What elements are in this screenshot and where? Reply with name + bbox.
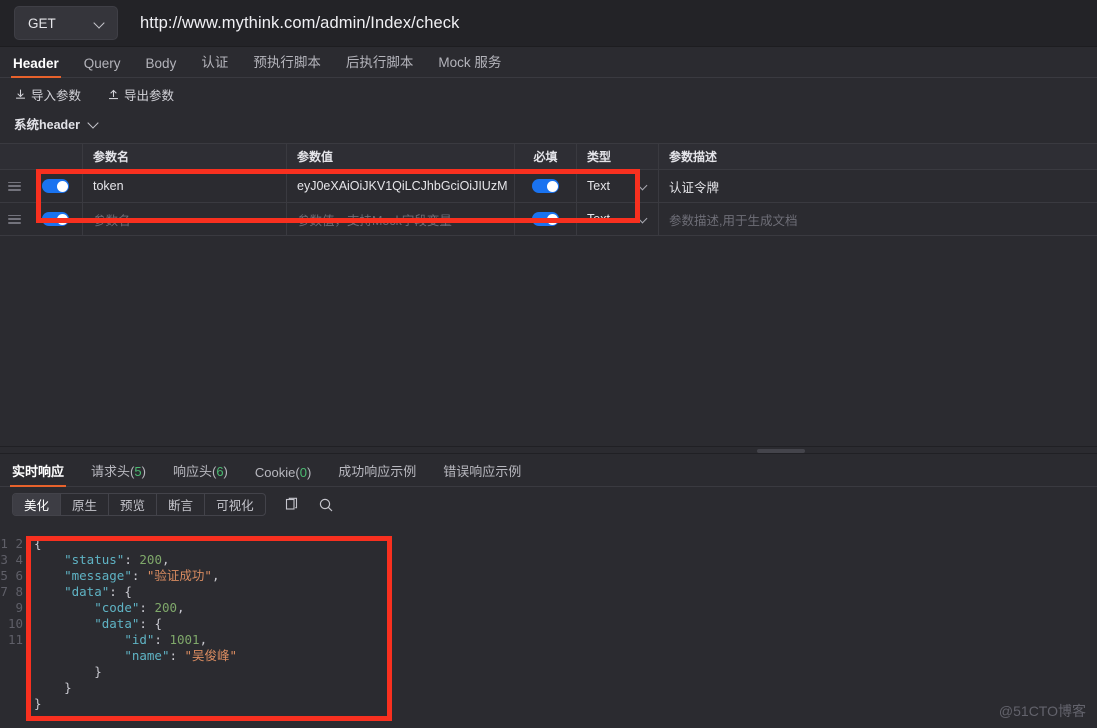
copy-icon[interactable] (284, 497, 300, 513)
table-header-row: 参数名 参数值 必填 类型 参数描述 (0, 144, 1097, 170)
tab-success-example[interactable]: 成功响应示例 (338, 461, 416, 486)
view-mode-preview[interactable]: 预览 (109, 494, 158, 515)
row-drag-handle[interactable] (0, 203, 29, 235)
search-icon[interactable] (318, 497, 334, 513)
required-cell (514, 170, 576, 202)
tab-header[interactable]: Header (11, 56, 61, 78)
url-bar: GET http://www.mythink.com/admin/Index/c… (0, 0, 1097, 47)
response-tab-bar: 实时响应 请求头(5) 响应头(6) Cookie(0) 成功响应示例 错误响应… (0, 454, 1097, 487)
chevron-down-icon (95, 18, 106, 29)
tab-query[interactable]: Query (84, 56, 121, 77)
view-mode-group: 美化 原生 预览 断言 可视化 (12, 493, 266, 516)
param-desc-input[interactable]: 参数描述,用于生成文档 (658, 203, 1097, 235)
tab-error-example[interactable]: 错误响应示例 (443, 461, 521, 486)
drag-grip-icon[interactable] (8, 214, 21, 224)
enable-toggle[interactable] (42, 212, 69, 226)
row-enable-cell (29, 203, 82, 235)
drag-grip-icon[interactable] (8, 181, 21, 191)
tab-cookie[interactable]: Cookie(0) (255, 465, 311, 486)
line-number-gutter: 1 2 3 4 5 6 7 8 9 10 11 (0, 536, 23, 647)
http-method-value: GET (28, 15, 56, 31)
col-description: 参数描述 (658, 144, 1097, 169)
tab-mock-service[interactable]: Mock 服务 (438, 51, 501, 77)
chevron-down-icon[interactable] (89, 118, 100, 129)
tab-post-script[interactable]: 后执行脚本 (346, 51, 414, 77)
table-row: token eyJ0eXAiOiJKV1QiLCJhbGciOiJIUzM Te… (0, 170, 1097, 203)
required-cell (514, 203, 576, 235)
download-icon (16, 89, 25, 99)
upload-icon (109, 89, 118, 99)
json-response-body[interactable]: { "status": 200, "message": "验证成功", "dat… (30, 533, 1097, 728)
import-params-button[interactable]: 导入参数 (14, 85, 81, 104)
chevron-down-icon (639, 215, 648, 224)
view-mode-raw[interactable]: 原生 (61, 494, 110, 515)
watermark: @51CTO博客 (998, 703, 1086, 719)
tab-realtime-response[interactable]: 实时响应 (9, 461, 67, 487)
param-type-select[interactable]: Text (576, 170, 658, 202)
param-value-input[interactable]: eyJ0eXAiOiJKV1QiLCJhbGciOiJIUzM (286, 170, 514, 202)
tab-response-headers[interactable]: 响应头(6) (173, 461, 228, 486)
enable-toggle[interactable] (42, 179, 69, 193)
param-name-input[interactable]: 参数名 (82, 203, 286, 235)
tab-body[interactable]: Body (146, 56, 177, 77)
response-body-viewer[interactable]: 1 2 3 4 5 6 7 8 9 10 11 { "status": 200,… (0, 533, 1097, 728)
col-type: 类型 (576, 144, 658, 169)
url-input[interactable]: http://www.mythink.com/admin/Index/check (140, 14, 459, 33)
tab-pre-script[interactable]: 预执行脚本 (253, 51, 321, 77)
param-table: 参数名 参数值 必填 类型 参数描述 token eyJ0eXAiOiJKV1Q… (0, 143, 1097, 236)
param-value-input[interactable]: 参数值，支持Mock字段变量 (286, 203, 514, 235)
splitter-drag-handle[interactable] (757, 449, 805, 453)
panel-splitter (0, 446, 1097, 454)
param-name-input[interactable]: token (82, 170, 286, 202)
tab-auth[interactable]: 认证 (201, 51, 228, 77)
system-header-section[interactable]: 系统header (0, 110, 1097, 136)
table-row: 参数名 参数值，支持Mock字段变量 Text 参数描述,用于生成文档 (0, 203, 1097, 236)
system-header-label: 系统header (14, 117, 80, 132)
col-grip (0, 144, 29, 169)
param-type-value: Text (587, 179, 610, 193)
export-params-button[interactable]: 导出参数 (107, 85, 174, 104)
row-enable-cell (29, 170, 82, 202)
param-io-bar: 导入参数 导出参数 (0, 78, 1097, 110)
import-params-label: 导入参数 (31, 88, 82, 103)
required-toggle[interactable] (532, 212, 559, 226)
col-enable (29, 144, 82, 169)
request-tab-bar: Header Query Body 认证 预执行脚本 后执行脚本 Mock 服务 (0, 47, 1097, 78)
export-params-label: 导出参数 (124, 88, 175, 103)
response-view-toolbar: 美化 原生 预览 断言 可视化 (0, 487, 1097, 522)
chevron-down-icon (639, 182, 648, 191)
http-method-select[interactable]: GET (14, 6, 118, 40)
required-toggle[interactable] (532, 179, 559, 193)
param-type-value: Text (587, 212, 610, 226)
param-type-select[interactable]: Text (576, 203, 658, 235)
col-param-value: 参数值 (286, 144, 514, 169)
view-mode-visualize[interactable]: 可视化 (205, 494, 265, 515)
col-required: 必填 (514, 144, 576, 169)
view-mode-assert[interactable]: 断言 (157, 494, 206, 515)
view-mode-beautify[interactable]: 美化 (13, 494, 62, 515)
col-param-name: 参数名 (82, 144, 286, 169)
row-drag-handle[interactable] (0, 170, 29, 202)
tab-request-headers[interactable]: 请求头(5) (91, 461, 146, 486)
param-desc-input[interactable]: 认证令牌 (658, 170, 1097, 202)
